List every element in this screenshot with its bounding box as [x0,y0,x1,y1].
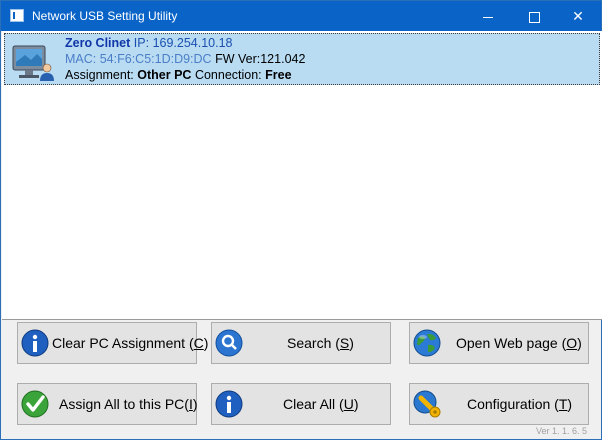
connection-label: Connection: [194,68,262,82]
fw-label: FW Ver: [215,52,261,66]
clear-pc-assignment-label: Clear PC Assignment (C) [52,335,209,351]
computer-user-icon [12,45,54,81]
app-window-icon [10,9,24,22]
clear-all-button[interactable]: Clear All (U) [211,383,391,425]
device-line-mac: MAC: 54:F6:C5:1D:D9:DC FW Ver:121.042 [65,52,305,66]
info-icon [215,390,243,418]
assignment-value: Other PC [137,68,192,82]
close-icon: ✕ [572,8,584,24]
app-window: Network USB Setting Utility ✕ Zero Cline… [0,0,602,440]
configuration-label: Configuration (T) [467,396,573,412]
device-list[interactable]: Zero Clinet IP: 169.254.10.18 MAC: 54:F6… [2,31,602,320]
maximize-button[interactable] [511,1,557,31]
mac-label: MAC: [65,52,97,66]
open-web-page-button[interactable]: Open Web page (O) [409,322,589,364]
clear-all-label: Clear All (U) [283,396,359,412]
open-web-page-label: Open Web page (O) [456,335,582,351]
maximize-icon [528,11,540,23]
device-list-item[interactable]: Zero Clinet IP: 169.254.10.18 MAC: 54:F6… [4,33,600,85]
magnifier-icon [215,329,243,357]
configuration-button[interactable]: Configuration (T) [409,383,589,425]
clear-pc-assignment-button[interactable]: Clear PC Assignment (C) [17,322,208,364]
info-icon [21,329,49,357]
assignment-label: Assignment: [65,68,134,82]
globe-icon [413,329,441,357]
ip-label: IP: [133,36,150,50]
window-title: Network USB Setting Utility [32,9,178,23]
search-button[interactable]: Search (S) [211,322,391,364]
version-label: Ver 1. 1. 6. 5 [535,426,587,436]
minimize-button[interactable] [465,1,511,31]
checkmark-icon [21,390,49,418]
close-button[interactable]: ✕ [555,1,601,31]
device-line-name: Zero Clinet IP: 169.254.10.18 [65,36,233,50]
device-name: Zero Clinet [65,36,131,50]
assign-all-button[interactable]: Assign All to this PC(I) [17,383,198,425]
ip-value: 169.254.10.18 [152,36,233,50]
minimize-icon [483,16,493,18]
fw-value: 121.042 [260,52,306,66]
mac-value: 54:F6:C5:1D:D9:DC [99,52,212,66]
assign-all-label: Assign All to this PC(I) [59,396,198,412]
device-line-assignment: Assignment: Other PC Connection: Free [65,68,292,82]
wrench-icon [413,390,441,418]
connection-value: Free [265,68,292,82]
title-bar[interactable]: Network USB Setting Utility ✕ [1,1,601,31]
search-label: Search (S) [287,335,354,351]
